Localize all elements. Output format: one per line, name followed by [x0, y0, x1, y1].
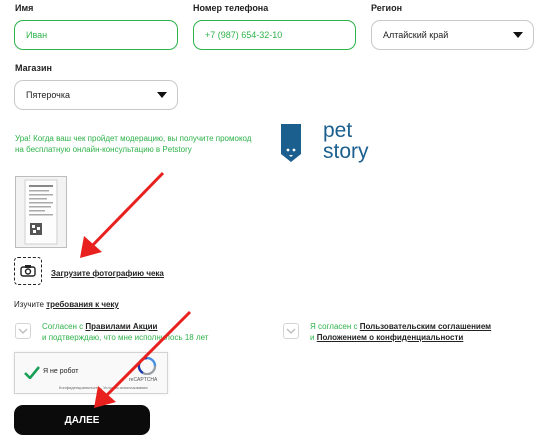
moderation-note-line2: на бесплатную онлайн-консультацию в Pets…: [15, 145, 192, 154]
upload-photo-button[interactable]: [14, 257, 42, 285]
upload-photo-link[interactable]: Загрузите фотографию чека: [51, 269, 164, 278]
phone-value: +7 (987) 654-32-10: [205, 30, 283, 40]
petstory-logo: pet story: [279, 119, 389, 170]
phone-label: Номер телефона: [193, 3, 269, 13]
requirements-line: Изучите требования к чеку: [14, 300, 119, 309]
phone-input[interactable]: +7 (987) 654-32-10: [193, 20, 356, 50]
receipt-image: [24, 179, 58, 245]
arrow-to-upload: [80, 171, 165, 258]
privacy-policy-link[interactable]: Положением о конфиденциальности: [317, 333, 464, 342]
moderation-note: Ура! Когда ваш чек пройдет модерацию, вы…: [15, 133, 275, 155]
receipt-thumbnail[interactable]: [15, 176, 67, 248]
submit-button[interactable]: ДАЛЕЕ: [14, 405, 150, 435]
recaptcha-widget: Я не робот reCAPTCHA Конфиденциальность …: [14, 352, 168, 394]
rules-link[interactable]: Правилами Акции: [85, 322, 157, 331]
store-select[interactable]: Пятерочка: [14, 80, 178, 110]
name-value: Иван: [26, 30, 48, 40]
region-label: Регион: [371, 3, 402, 13]
requirements-link[interactable]: требования к чеку: [46, 300, 119, 309]
region-select[interactable]: Алтайский край: [371, 20, 534, 50]
consent-privacy-part1: Я согласен с: [310, 322, 360, 331]
consent-privacy-text: Я согласен с Пользовательским соглашение…: [310, 321, 540, 343]
recaptcha-brand: reCAPTCHA: [129, 377, 158, 383]
consent-rules-part1: Согласен с: [42, 322, 86, 331]
consent-privacy-checkbox[interactable]: [283, 323, 299, 339]
user-agreement-link[interactable]: Пользовательским соглашением: [360, 322, 491, 331]
checkmark-icon[interactable]: [24, 366, 40, 379]
consent-rules-text: Согласен с Правилами Акции и подтверждаю…: [42, 321, 257, 343]
logo-text-story: story: [323, 140, 369, 163]
chevron-down-icon: [286, 328, 296, 334]
name-input[interactable]: Иван: [14, 20, 178, 50]
recaptcha-footer[interactable]: Конфиденциальность - Условия использован…: [59, 385, 148, 390]
petstory-logo-mark: [281, 124, 301, 162]
chevron-down-icon: [18, 328, 28, 334]
recaptcha-logo-icon: [137, 357, 157, 375]
consent-privacy-part2: и: [310, 333, 317, 342]
logo-text-pet: pet: [323, 119, 353, 142]
camera-icon: [20, 265, 36, 277]
consent-rules-checkbox[interactable]: [15, 323, 31, 339]
recaptcha-label: Я не робот: [43, 368, 79, 375]
moderation-note-line1: Ура! Когда ваш чек пройдет модерацию, вы…: [15, 134, 252, 143]
chevron-down-icon: [513, 32, 523, 38]
requirements-prefix: Изучите: [14, 300, 47, 309]
store-value: Пятерочка: [26, 90, 71, 100]
region-value: Алтайский край: [383, 30, 449, 40]
store-label: Магазин: [15, 63, 52, 73]
chevron-down-icon: [157, 92, 167, 98]
consent-rules-part2: и подтверждаю, что мне исполнилось 18 ле…: [42, 333, 209, 342]
name-label: Имя: [15, 3, 34, 13]
